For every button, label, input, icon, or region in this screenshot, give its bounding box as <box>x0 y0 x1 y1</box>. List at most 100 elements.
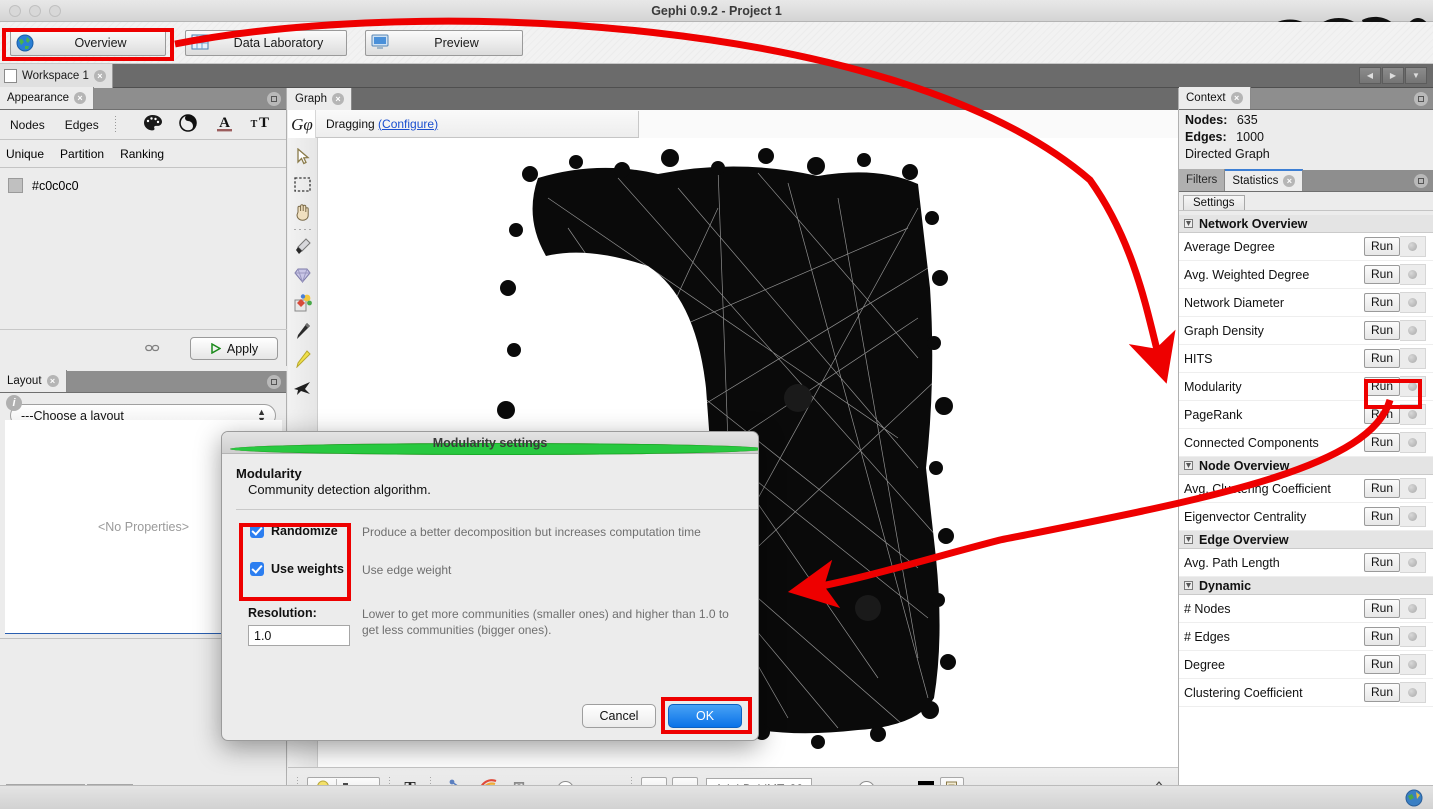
statistics-row-label: Degree <box>1184 657 1225 672</box>
run-button[interactable]: Run <box>1364 553 1400 572</box>
highlighter-icon[interactable] <box>291 345 315 373</box>
tab-statistics[interactable]: Statistics × <box>1225 169 1304 191</box>
resolution-input[interactable]: 1.0 <box>248 625 350 646</box>
workspace-nav-buttons[interactable]: ◀ ▶ ▼ <box>1359 67 1427 84</box>
cancel-button[interactable]: Cancel <box>582 704 656 728</box>
run-button[interactable]: Run <box>1364 237 1400 256</box>
report-button[interactable] <box>1400 598 1426 619</box>
text-size-icon[interactable]: TT <box>250 114 272 135</box>
tab-context[interactable]: Context × <box>1179 87 1251 109</box>
palette-icon[interactable] <box>143 114 162 135</box>
collapse-toggle-icon[interactable] <box>1184 461 1193 470</box>
report-button[interactable] <box>1400 682 1426 703</box>
tab-filters[interactable]: Filters <box>1179 169 1226 191</box>
run-button[interactable]: Run <box>1364 349 1400 368</box>
run-button[interactable]: Run <box>1364 683 1400 702</box>
statistics-row-label: Eigenvector Centrality <box>1184 509 1307 524</box>
modularity-settings-dialog[interactable]: Modularity settings Modularity Community… <box>221 431 759 741</box>
report-button[interactable] <box>1400 654 1426 675</box>
run-button[interactable]: Run <box>1364 405 1400 424</box>
run-button[interactable]: Run <box>1364 599 1400 618</box>
cursor-icon[interactable] <box>291 142 315 170</box>
hand-icon[interactable] <box>291 198 315 226</box>
report-button[interactable] <box>1400 626 1426 647</box>
report-button[interactable] <box>1400 320 1426 341</box>
nav-list-icon[interactable]: ▼ <box>1405 67 1427 84</box>
run-button[interactable]: Run <box>1364 507 1400 526</box>
apply-button[interactable]: Apply <box>190 337 278 360</box>
appearance-mode-unique[interactable]: Unique <box>6 147 44 161</box>
tab-preview[interactable]: Preview <box>365 30 523 56</box>
node-size-icon[interactable] <box>178 114 199 135</box>
statistics-group-header[interactable]: Network Overview <box>1179 215 1433 233</box>
report-button[interactable] <box>1400 236 1426 257</box>
run-button[interactable]: Run <box>1364 377 1400 396</box>
report-button[interactable] <box>1400 478 1426 499</box>
report-button[interactable] <box>1400 552 1426 573</box>
appearance-edges-tab[interactable]: Edges <box>55 118 109 132</box>
appearance-minimize-icon[interactable] <box>267 92 281 106</box>
report-button[interactable] <box>1400 404 1426 425</box>
report-button[interactable] <box>1400 376 1426 397</box>
appearance-color-row[interactable]: #c0c0c0 <box>0 168 286 193</box>
run-button[interactable]: Run <box>1364 479 1400 498</box>
report-button[interactable] <box>1400 292 1426 313</box>
appearance-close-icon[interactable]: × <box>74 92 87 104</box>
configure-link[interactable]: (Configure) <box>378 117 438 131</box>
rectangle-selection-icon[interactable] <box>291 170 315 198</box>
diamond-icon[interactable] <box>291 261 315 289</box>
brush-icon[interactable] <box>291 233 315 261</box>
randomize-checkbox-container[interactable]: Randomize <box>222 524 362 538</box>
tab-graph[interactable]: Graph × <box>288 88 352 110</box>
run-button[interactable]: Run <box>1364 321 1400 340</box>
workspace-close-icon[interactable]: × <box>93 70 106 82</box>
pencil-icon[interactable] <box>291 317 315 345</box>
run-button[interactable]: Run <box>1364 293 1400 312</box>
nav-prev-icon[interactable]: ◀ <box>1359 67 1381 84</box>
tab-data-laboratory[interactable]: Data Laboratory <box>185 30 347 56</box>
statistics-group-header[interactable]: Edge Overview <box>1179 531 1433 549</box>
report-button[interactable] <box>1400 348 1426 369</box>
link-icon[interactable] <box>145 342 160 356</box>
report-button[interactable] <box>1400 506 1426 527</box>
run-button[interactable]: Run <box>1364 433 1400 452</box>
report-button[interactable] <box>1400 432 1426 453</box>
graph-mode-label: Dragging <box>326 116 375 131</box>
appearance-mode-partition[interactable]: Partition <box>60 147 104 161</box>
collapse-toggle-icon[interactable] <box>1184 535 1193 544</box>
tab-appearance[interactable]: Appearance × <box>0 87 95 109</box>
subtab-settings[interactable]: Settings <box>1183 195 1245 210</box>
use-weights-checkbox-container[interactable]: Use weights <box>222 562 362 576</box>
color-swatch[interactable] <box>8 178 23 193</box>
statistics-group-header[interactable]: Node Overview <box>1179 457 1433 475</box>
workspace-tab[interactable]: Workspace 1 × <box>0 64 113 88</box>
graph-close-icon[interactable]: × <box>331 93 344 105</box>
run-button[interactable]: Run <box>1364 265 1400 284</box>
statistics-minimize-icon[interactable] <box>1414 174 1428 188</box>
airplane-icon[interactable] <box>291 373 315 401</box>
collapse-toggle-icon[interactable] <box>1184 581 1193 590</box>
layout-minimize-icon[interactable] <box>267 375 281 389</box>
statistics-list[interactable]: Network Overview Average Degree Run Avg. We… <box>1179 215 1433 809</box>
context-minimize-icon[interactable] <box>1414 92 1428 106</box>
paint-icon[interactable] <box>291 289 315 317</box>
use-weights-checkbox[interactable] <box>250 562 264 576</box>
layout-close-icon[interactable]: × <box>46 375 59 387</box>
statistics-group-header[interactable]: Dynamic <box>1179 577 1433 595</box>
nav-next-icon[interactable]: ▶ <box>1382 67 1404 84</box>
randomize-checkbox[interactable] <box>250 524 264 538</box>
run-button[interactable]: Run <box>1364 627 1400 646</box>
run-button[interactable]: Run <box>1364 655 1400 674</box>
statistics-close-icon[interactable]: × <box>1283 175 1296 187</box>
tab-layout[interactable]: Layout × <box>0 370 67 392</box>
ok-button[interactable]: OK <box>668 704 742 728</box>
report-button[interactable] <box>1400 264 1426 285</box>
tab-data-laboratory-label: Data Laboratory <box>233 36 324 50</box>
context-close-icon[interactable]: × <box>1230 92 1243 104</box>
text-color-icon[interactable]: A <box>215 114 234 136</box>
collapse-toggle-icon[interactable] <box>1184 219 1193 228</box>
appearance-mode-ranking[interactable]: Ranking <box>120 147 164 161</box>
appearance-nodes-tab[interactable]: Nodes <box>0 118 55 132</box>
tab-overview[interactable]: Overview <box>10 30 166 56</box>
info-icon[interactable]: i <box>6 395 22 411</box>
